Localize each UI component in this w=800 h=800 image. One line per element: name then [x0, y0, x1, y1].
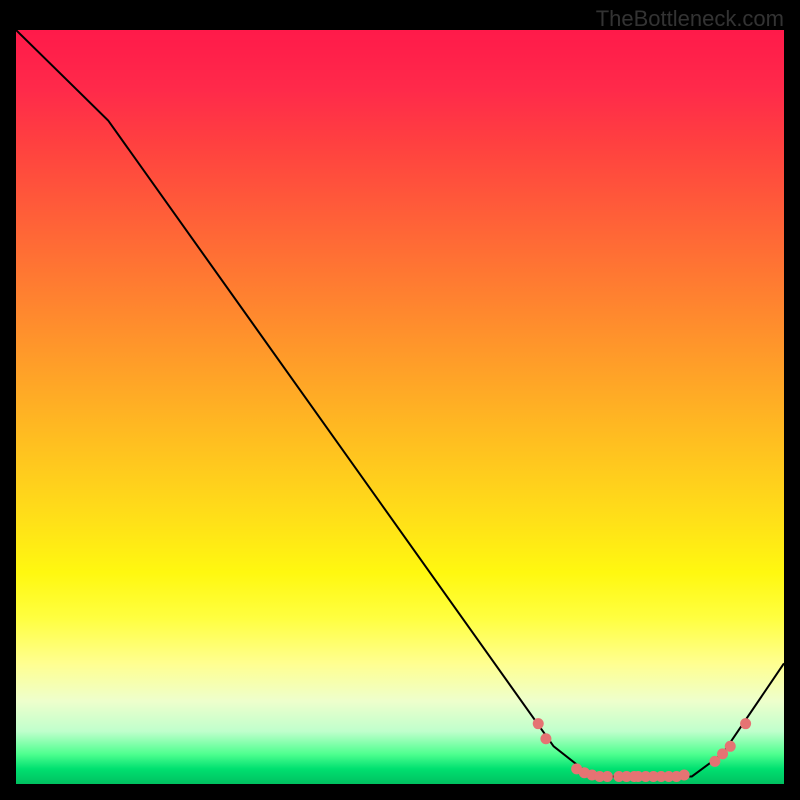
- highlight-point: [725, 741, 736, 752]
- highlight-point: [602, 771, 613, 782]
- attribution-text: TheBottleneck.com: [596, 6, 784, 32]
- bottleneck-curve: [16, 30, 784, 776]
- highlight-point: [679, 769, 690, 780]
- chart-plot-area: [16, 30, 784, 784]
- highlight-point: [533, 718, 544, 729]
- chart-svg: [16, 30, 784, 784]
- highlight-point: [740, 718, 751, 729]
- highlight-point: [540, 733, 551, 744]
- highlight-points-group: [533, 718, 751, 782]
